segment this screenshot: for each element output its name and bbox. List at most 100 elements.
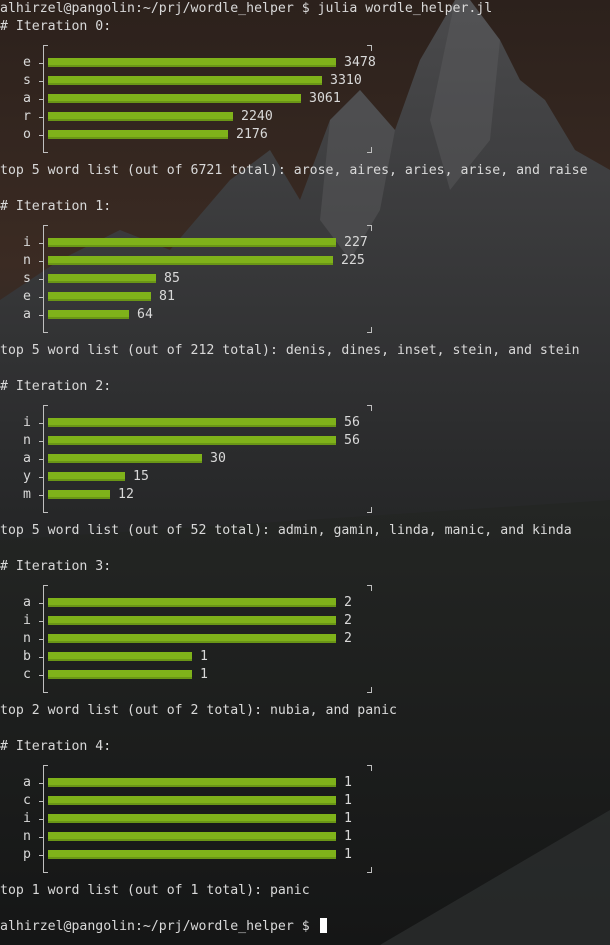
row-count: 30: [210, 451, 226, 466]
iteration-header: # Iteration 0:: [0, 19, 112, 34]
histogram-row: a 30: [0, 450, 610, 468]
histogram-bar: [48, 454, 202, 463]
row-letter: c: [23, 667, 31, 682]
histogram-bar: [48, 418, 336, 427]
row-letter: p: [23, 847, 31, 862]
iteration-header: # Iteration 1:: [0, 199, 112, 214]
word-list-summary: top 1 word list (out of 1 total): panic: [0, 883, 310, 898]
histogram-row: e 3478: [0, 54, 610, 72]
row-count: 3310: [330, 73, 362, 88]
histogram-row: n 1: [0, 828, 610, 846]
row-letter: y: [23, 469, 31, 484]
histogram-row: i 227: [0, 234, 610, 252]
histogram-row: o 2176: [0, 126, 610, 144]
row-letter: e: [23, 289, 31, 304]
prompt-text: alhirzel@pangolin:~/prj/wordle_helper $: [0, 919, 318, 934]
row-count: 1: [200, 667, 208, 682]
row-letter: s: [23, 73, 31, 88]
row-count: 1: [344, 793, 352, 808]
histogram-bar: [48, 436, 336, 445]
histogram-row: a 2: [0, 594, 610, 612]
histogram-bar: [48, 778, 336, 787]
word-list-summary: top 5 word list (out of 212 total): deni…: [0, 343, 580, 358]
row-letter: n: [23, 631, 31, 646]
row-count: 56: [344, 415, 360, 430]
histogram-bar: [48, 112, 233, 121]
row-count: 1: [344, 811, 352, 826]
histogram-row: p 1: [0, 846, 610, 864]
histogram-row: a 1: [0, 774, 610, 792]
terminal-window[interactable]: alhirzel@pangolin:~/prj/wordle_helper $ …: [0, 0, 610, 945]
histogram-bar: [48, 832, 336, 841]
histogram-row: i 56: [0, 414, 610, 432]
histogram-bar: [48, 814, 336, 823]
histogram-row: e 81: [0, 288, 610, 306]
row-letter: r: [23, 109, 31, 124]
row-letter: i: [23, 415, 31, 430]
row-letter: n: [23, 433, 31, 448]
histogram-bar: [48, 130, 228, 139]
row-count: 85: [164, 271, 180, 286]
histogram-bar: [48, 58, 336, 67]
histogram-row: i 1: [0, 810, 610, 828]
row-letter: i: [23, 613, 31, 628]
row-letter: a: [23, 91, 31, 106]
histogram-row: a 3061: [0, 90, 610, 108]
row-count: 2176: [236, 127, 268, 142]
histogram-bar: [48, 652, 192, 661]
command-line: alhirzel@pangolin:~/prj/wordle_helper $ …: [0, 1, 493, 16]
row-letter: a: [23, 307, 31, 322]
row-count: 3478: [344, 55, 376, 70]
row-letter: a: [23, 595, 31, 610]
histogram-bar: [48, 490, 110, 499]
histogram-bar: [48, 472, 125, 481]
histogram-row: y 15: [0, 468, 610, 486]
row-count: 1: [344, 829, 352, 844]
row-letter: n: [23, 253, 31, 268]
histogram-row: b 1: [0, 648, 610, 666]
histogram-row: i 2: [0, 612, 610, 630]
histogram-bar: [48, 634, 336, 643]
word-list-summary: top 5 word list (out of 6721 total): aro…: [0, 163, 588, 178]
histogram-row: a 64: [0, 306, 610, 324]
row-count: 12: [118, 487, 134, 502]
histogram-bar: [48, 670, 192, 679]
histogram-row: s 85: [0, 270, 610, 288]
iteration-header: # Iteration 3:: [0, 559, 112, 574]
histogram-row: n 56: [0, 432, 610, 450]
word-list-summary: top 2 word list (out of 2 total): nubia,…: [0, 703, 397, 718]
row-letter: i: [23, 235, 31, 250]
text-cursor: [319, 918, 327, 933]
row-letter: n: [23, 829, 31, 844]
histogram-bar: [48, 76, 322, 85]
row-letter: m: [23, 487, 31, 502]
iteration-header: # Iteration 2:: [0, 379, 112, 394]
row-count: 2: [344, 631, 352, 646]
histogram-bar: [48, 598, 336, 607]
row-letter: i: [23, 811, 31, 826]
row-count: 225: [341, 253, 365, 268]
histogram-bar: [48, 616, 336, 625]
row-letter: b: [23, 649, 31, 664]
histogram-bar: [48, 274, 156, 283]
histogram-bar: [48, 310, 129, 319]
row-count: 3061: [309, 91, 341, 106]
shell-prompt[interactable]: alhirzel@pangolin:~/prj/wordle_helper $: [0, 918, 327, 936]
word-list-summary: top 5 word list (out of 52 total): admin…: [0, 523, 572, 538]
row-letter: o: [23, 127, 31, 142]
row-count: 1: [200, 649, 208, 664]
histogram-bar: [48, 292, 151, 301]
row-count: 2: [344, 613, 352, 628]
row-count: 2240: [241, 109, 273, 124]
row-letter: a: [23, 775, 31, 790]
iteration-header: # Iteration 4:: [0, 739, 112, 754]
histogram-row: c 1: [0, 666, 610, 684]
row-count: 227: [344, 235, 368, 250]
row-count: 2: [344, 595, 352, 610]
histogram-row: m 12: [0, 486, 610, 504]
row-count: 64: [137, 307, 153, 322]
row-count: 56: [344, 433, 360, 448]
histogram-bar: [48, 94, 301, 103]
histogram-row: c 1: [0, 792, 610, 810]
row-letter: c: [23, 793, 31, 808]
